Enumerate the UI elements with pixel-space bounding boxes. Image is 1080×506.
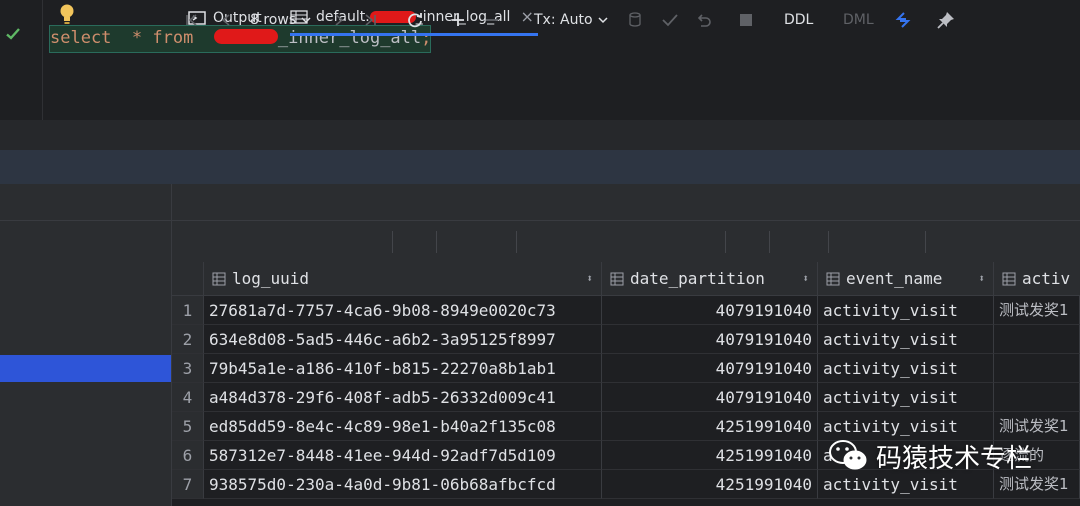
editor-bottom-area	[0, 120, 1080, 150]
column-icon	[610, 272, 624, 285]
cell-date-partition[interactable]: 4251991040	[602, 412, 818, 441]
row-number: 5	[172, 412, 204, 441]
first-page-icon[interactable]	[184, 0, 200, 40]
wechat-icon	[829, 440, 867, 470]
rollback-icon[interactable]	[695, 0, 713, 40]
cell-date-partition[interactable]: 4079191040	[602, 296, 818, 325]
dml-button[interactable]: DML	[843, 0, 874, 40]
column-icon	[212, 272, 226, 285]
commit-icon[interactable]	[661, 0, 679, 40]
column-header-label: activ	[1022, 269, 1071, 288]
pin-icon[interactable]	[936, 0, 956, 40]
column-header-label: event_name	[846, 269, 943, 288]
result-toolbar	[172, 221, 1080, 261]
row-number-header	[172, 262, 204, 296]
table-row[interactable]: 4 a484d378-29f6-408f-adb5-26332d009c41 4…	[172, 383, 1080, 412]
cell-date-partition[interactable]: 4079191040	[602, 325, 818, 354]
cell-activ[interactable]	[994, 354, 1080, 383]
dml-label: DML	[843, 12, 874, 28]
cell-date-partition[interactable]: 4251991040	[602, 441, 818, 470]
toolbar-separator	[828, 231, 829, 253]
cell-date-partition[interactable]: 4079191040	[602, 383, 818, 412]
column-header-label: log_uuid	[232, 269, 310, 288]
cell-log-uuid[interactable]: a484d378-29f6-408f-adb5-26332d009c41	[204, 383, 602, 412]
chevron-down-icon	[597, 17, 608, 24]
column-header-label: date_partition	[630, 269, 765, 288]
previous-page-icon[interactable]	[218, 0, 234, 40]
toolbar-separator	[769, 231, 770, 253]
services-tree-selected-item[interactable]	[0, 355, 171, 382]
row-number: 6	[172, 441, 204, 470]
checkmark-icon	[6, 28, 20, 40]
cell-activ[interactable]	[994, 325, 1080, 354]
cell-event-name[interactable]: activity_visit	[818, 383, 994, 412]
services-tree-toolbar	[0, 184, 171, 221]
column-header-date-partition[interactable]: date_partition ⬍	[602, 262, 818, 296]
cell-event-name[interactable]: activity_visit	[818, 296, 994, 325]
cell-activ[interactable]	[994, 383, 1080, 412]
watermark: 码猿技术专栏	[828, 436, 1032, 476]
services-header-bar	[0, 150, 1080, 184]
cell-log-uuid[interactable]: ed85dd59-8e4c-4c89-98e1-b40a2f135c08	[204, 412, 602, 441]
star-token: *	[131, 28, 143, 48]
column-header-activ[interactable]: activ	[994, 262, 1080, 296]
column-icon	[826, 272, 840, 285]
cell-date-partition[interactable]: 4251991040	[602, 470, 818, 499]
row-number: 7	[172, 470, 204, 499]
rows-count-dropdown[interactable]: 8 rows	[250, 0, 312, 40]
result-tabs	[172, 184, 1080, 221]
table-row[interactable]: 2 634e8d08-5ad5-446c-a6b2-3a95125f8997 4…	[172, 325, 1080, 354]
column-icon	[1002, 272, 1016, 285]
rows-count-label: 8 rows	[250, 12, 297, 28]
close-icon[interactable]: ×	[520, 7, 533, 26]
transaction-mode-label: Tx: Auto	[534, 12, 593, 28]
last-page-icon[interactable]	[362, 0, 378, 40]
sort-icon[interactable]: ⬍	[978, 272, 985, 285]
services-tree-panel	[0, 184, 172, 506]
table-row[interactable]: 3 79b45a1e-a186-410f-b815-22270a8b1ab1 4…	[172, 354, 1080, 383]
toolbar-separator	[725, 231, 726, 253]
sort-icon[interactable]: ⬍	[586, 272, 593, 285]
cell-log-uuid[interactable]: 79b45a1e-a186-410f-b815-22270a8b1ab1	[204, 354, 602, 383]
transaction-mode-dropdown[interactable]: Tx: Auto	[534, 0, 609, 40]
cell-event-name[interactable]: activity_visit	[818, 325, 994, 354]
editor-gutter	[0, 0, 43, 120]
row-number: 3	[172, 354, 204, 383]
table-row[interactable]: 1 27681a7d-7757-4ca6-9b08-8949e0020c73 4…	[172, 296, 1080, 325]
stop-icon[interactable]	[739, 0, 753, 40]
cell-log-uuid[interactable]: 938575d0-230a-4a0d-9b81-06b68afbcfcd	[204, 470, 602, 499]
watermark-text: 码猿技术专栏	[876, 443, 1033, 474]
toolbar-separator	[925, 231, 926, 253]
cell-log-uuid[interactable]: 634e8d08-5ad5-446c-a6b2-3a95125f8997	[204, 325, 602, 354]
row-number: 2	[172, 325, 204, 354]
add-row-icon[interactable]	[450, 0, 466, 40]
cell-activ[interactable]: 测试发奖1	[994, 296, 1080, 325]
ddl-label: DDL	[784, 12, 814, 28]
keyword-select: select	[50, 28, 112, 48]
ddl-button[interactable]: DDL	[784, 0, 813, 40]
row-number: 4	[172, 383, 204, 412]
next-page-icon[interactable]	[331, 0, 347, 40]
sort-icon[interactable]: ⬍	[802, 272, 809, 285]
toolbar-separator	[436, 231, 437, 253]
column-header-event-name[interactable]: event_name ⬍	[818, 262, 994, 296]
toolbar-separator	[516, 231, 517, 253]
refresh-icon[interactable]	[406, 0, 424, 40]
cell-event-name[interactable]: activity_visit	[818, 354, 994, 383]
row-number: 1	[172, 296, 204, 325]
lightbulb-icon[interactable]	[58, 3, 76, 25]
cell-log-uuid[interactable]: 27681a7d-7757-4ca6-9b08-8949e0020c73	[204, 296, 602, 325]
toolbar-separator	[392, 231, 393, 253]
column-header-log-uuid[interactable]: log_uuid ⬍	[204, 262, 602, 296]
cell-date-partition[interactable]: 4079191040	[602, 354, 818, 383]
compare-arrows-icon[interactable]	[892, 0, 914, 40]
chevron-down-icon	[301, 17, 311, 24]
cell-log-uuid[interactable]: 587312e7-8448-41ee-944d-92adf7d5d109	[204, 441, 602, 470]
database-icon[interactable]	[627, 0, 643, 40]
delete-row-icon[interactable]	[484, 0, 500, 40]
